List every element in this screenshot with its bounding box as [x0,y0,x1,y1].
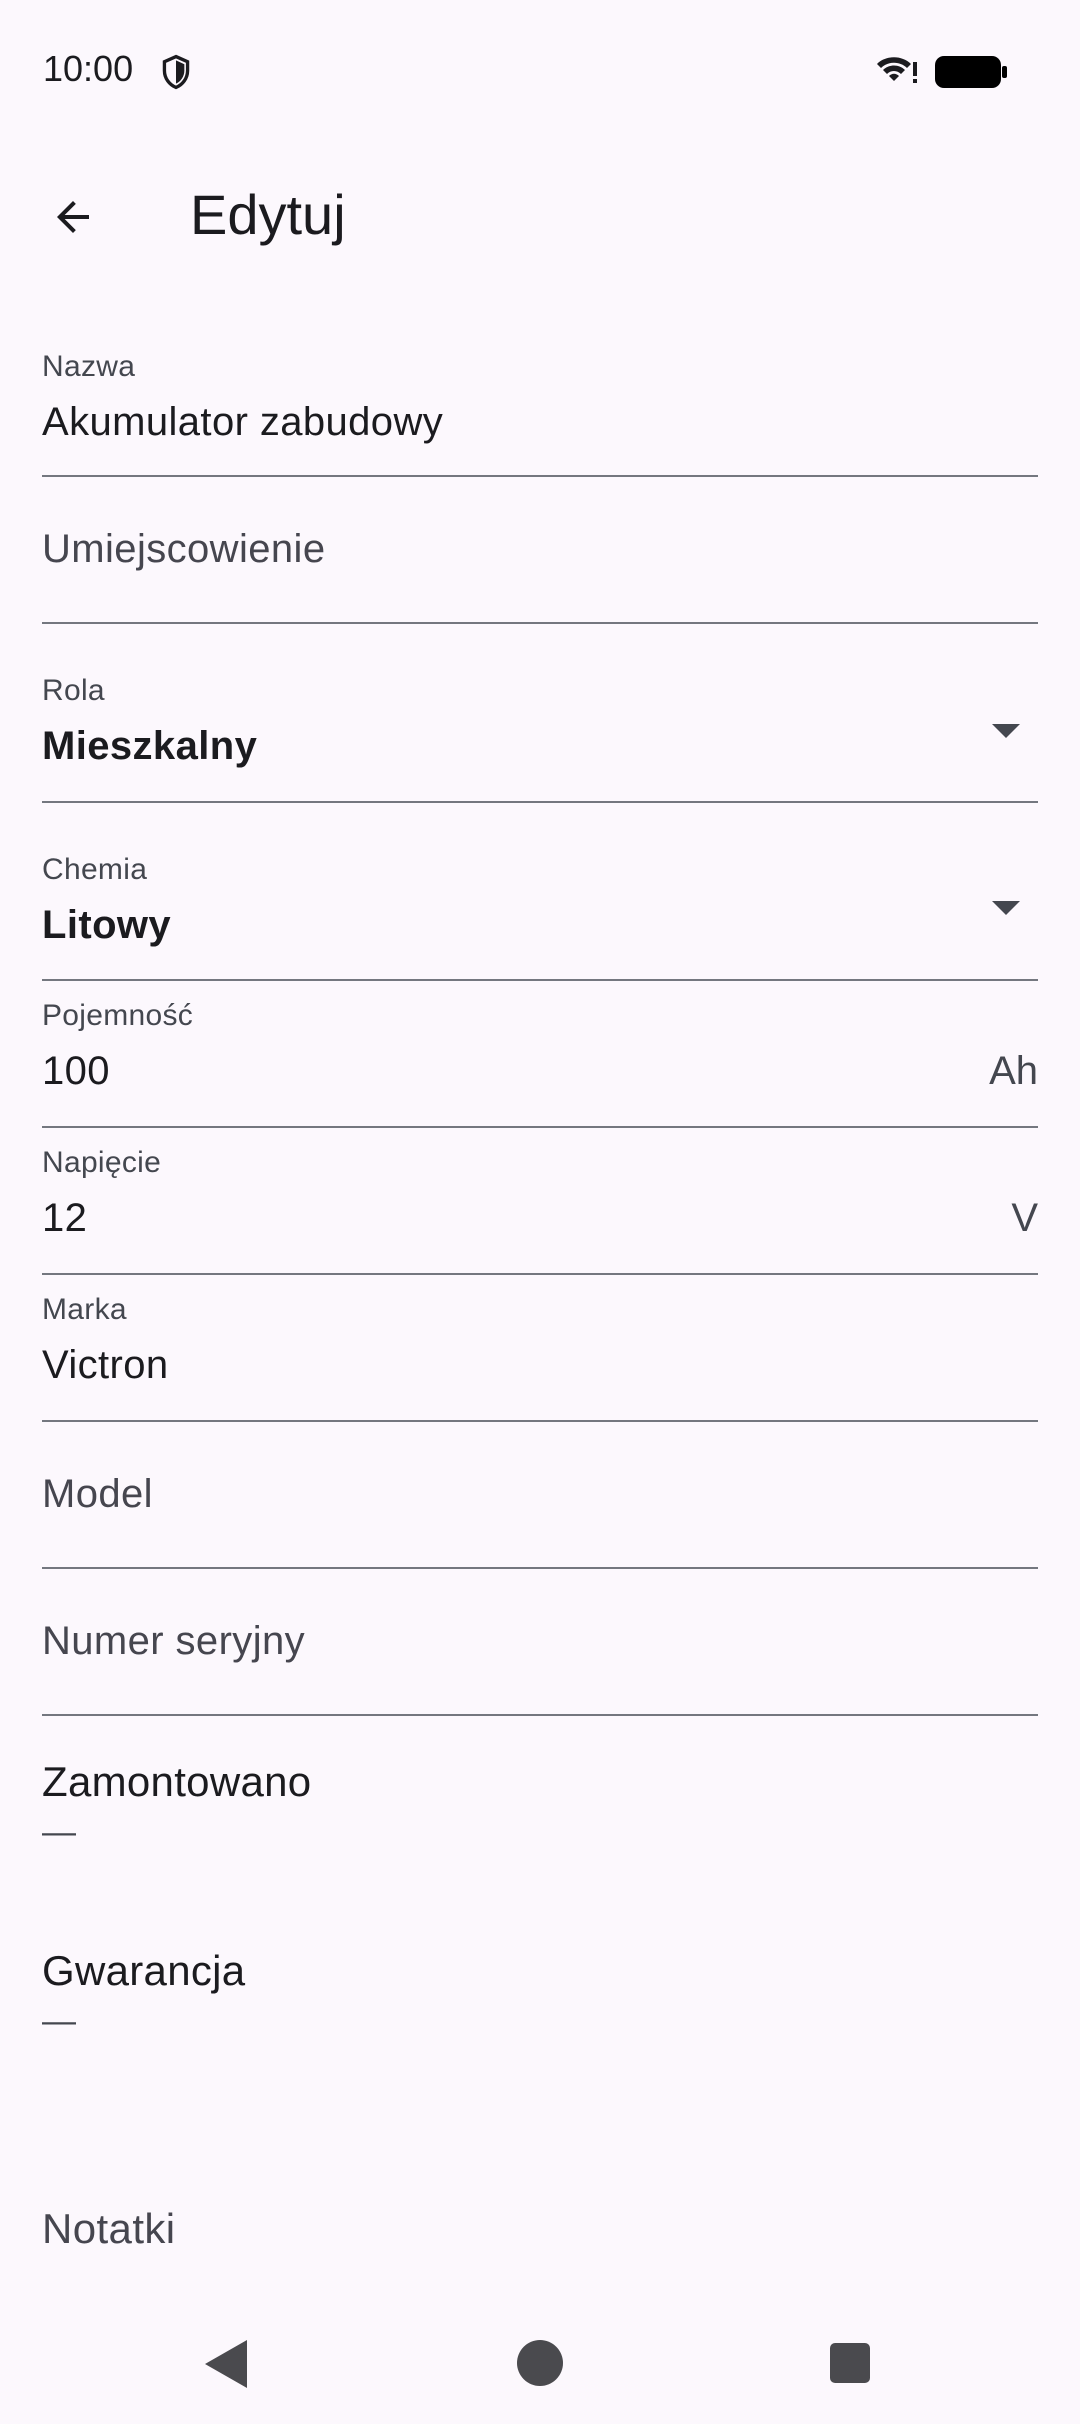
warranty-date-picker[interactable]: Gwarancja — [42,1947,1038,2057]
voltage-field[interactable]: Napięcie 12 V [42,1128,1038,1275]
installed-date-picker[interactable]: Zamontowano — [42,1758,1038,1868]
capacity-field[interactable]: Pojemność 100 Ah [42,981,1038,1128]
capacity-unit: Ah [989,1049,1038,1093]
edit-battery-screen: 10:00 Edytuj Nazwa Akumulator zabudowy U… [0,0,1080,2424]
page-title: Edytuj [190,183,346,246]
battery-icon [935,56,1007,88]
name-label: Nazwa [42,350,136,383]
chemistry-label: Chemia [42,853,148,886]
arrow-back-icon [57,201,89,233]
status-bar: 10:00 [0,0,1080,140]
wifi-icon [877,57,917,83]
voltage-label: Napięcie [42,1146,162,1179]
shield-icon [162,54,190,90]
chemistry-value: Litowy [42,903,172,947]
chemistry-dropdown[interactable]: Chemia Litowy [42,843,1038,981]
back-button[interactable] [28,172,118,262]
warranty-value: — [42,2002,76,2040]
model-field[interactable]: Model [42,1422,1038,1569]
serial-number-field[interactable]: Numer seryjny [42,1569,1038,1716]
voltage-unit: V [1011,1196,1038,1240]
dropdown-arrow-icon [992,724,1020,738]
role-label: Rola [42,674,105,707]
top-app-bar: Edytuj [0,160,1080,270]
installed-value: — [42,1813,76,1851]
notes-field[interactable]: Notatki [42,2205,176,2253]
brand-label: Marka [42,1293,127,1326]
serial-number-placeholder: Numer seryjny [42,1619,306,1663]
warranty-label: Gwarancja [42,1947,246,1994]
dropdown-arrow-icon [992,901,1020,915]
capacity-label: Pojemność [42,999,194,1032]
location-field[interactable]: Umiejscowienie [42,477,1038,624]
nav-back-icon[interactable] [205,2340,247,2388]
model-placeholder: Model [42,1472,153,1516]
system-navigation-bar [0,2290,1080,2424]
name-field[interactable]: Nazwa Akumulator zabudowy [42,340,1038,477]
voltage-value: 12 [42,1196,88,1240]
nav-home-icon[interactable] [517,2340,563,2386]
nav-recents-icon[interactable] [830,2343,870,2383]
brand-value: Victron [42,1343,169,1387]
role-value: Mieszkalny [42,724,258,768]
location-placeholder: Umiejscowienie [42,527,326,571]
installed-label: Zamontowano [42,1758,312,1805]
status-time: 10:00 [43,48,134,89]
capacity-value: 100 [42,1049,110,1093]
role-dropdown[interactable]: Rola Mieszkalny [42,664,1038,803]
brand-field[interactable]: Marka Victron [42,1275,1038,1422]
name-value: Akumulator zabudowy [42,400,444,444]
